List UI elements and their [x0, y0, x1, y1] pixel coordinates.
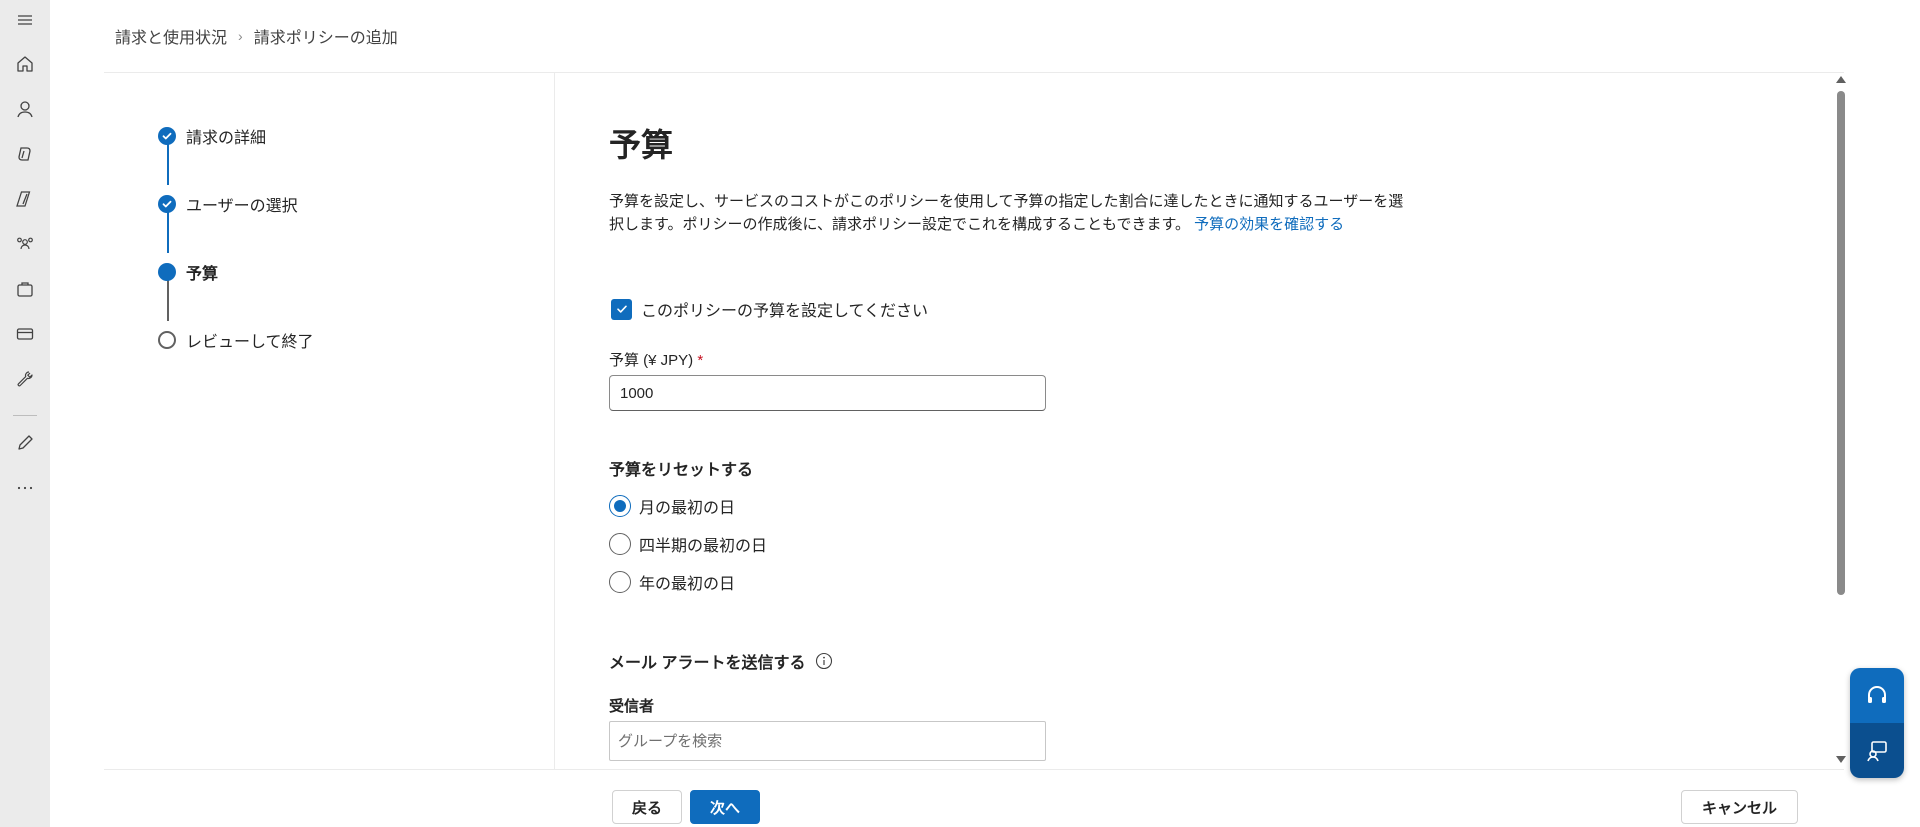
feedback-chat-icon[interactable] — [1850, 723, 1904, 778]
budget-field-label: 予算 (¥ JPY) * — [609, 349, 703, 370]
required-mark: * — [697, 352, 704, 369]
cancel-button[interactable]: キャンセル — [1681, 790, 1798, 824]
set-budget-checkbox[interactable]: このポリシーの予算を設定してください — [611, 297, 928, 321]
back-button[interactable]: 戻る — [612, 790, 682, 824]
radio-selected-icon[interactable] — [609, 495, 631, 517]
radio-first-day-year[interactable]: 年の最初の日 — [609, 570, 735, 594]
step-label: レビューして終了 — [186, 334, 314, 351]
more-icon[interactable] — [11, 474, 39, 502]
info-icon[interactable] — [815, 652, 833, 670]
step-select-users[interactable]: ユーザーの選択 — [158, 192, 298, 216]
radio-unselected-icon[interactable] — [609, 571, 631, 593]
radio-unselected-icon[interactable] — [609, 533, 631, 555]
checkbox-label: このポリシーの予算を設定してください — [641, 303, 929, 320]
pencil-icon[interactable] — [11, 429, 39, 457]
step-connector — [167, 211, 169, 253]
floating-help-panel — [1850, 668, 1904, 778]
group-search-input[interactable] — [609, 721, 1046, 761]
header-divider — [104, 72, 1844, 73]
headset-support-icon[interactable] — [1850, 668, 1904, 723]
step-budget[interactable]: 予算 — [158, 260, 218, 284]
chevron-right-icon: › — [238, 28, 243, 44]
user-icon[interactable] — [11, 95, 39, 123]
menu-icon[interactable] — [11, 6, 39, 34]
email-alert-title-text: メール アラートを送信する — [609, 655, 806, 672]
billing-card-icon[interactable] — [11, 320, 39, 348]
radio-first-day-month[interactable]: 月の最初の日 — [609, 494, 735, 518]
step-billing-details[interactable]: 請求の詳細 — [158, 124, 266, 148]
current-step-dot-icon — [158, 263, 176, 281]
wrench-icon[interactable] — [11, 365, 39, 393]
step-label: 予算 — [186, 266, 219, 283]
home-icon[interactable] — [11, 50, 39, 78]
step-connector — [167, 279, 169, 321]
scroll-thumb[interactable] — [1837, 91, 1845, 595]
empty-circle-icon — [158, 331, 176, 349]
footer-divider — [104, 769, 1844, 770]
content-scrollbar[interactable] — [1834, 74, 1848, 770]
radio-label: 年の最初の日 — [639, 576, 736, 593]
step-review-finish[interactable]: レビューして終了 — [158, 328, 314, 352]
checkbox-checked-icon[interactable] — [611, 298, 632, 320]
left-nav-rail — [0, 0, 50, 827]
teams-icon[interactable] — [11, 230, 39, 258]
scroll-up-arrow-icon[interactable] — [1836, 76, 1846, 83]
copilot-icon[interactable] — [11, 140, 39, 168]
step-connector — [167, 143, 169, 185]
email-alert-title: メール アラートを送信する — [609, 649, 833, 673]
step-label: ユーザーの選択 — [186, 198, 298, 215]
reset-budget-title: 予算をリセットする — [609, 462, 754, 479]
rail-divider — [13, 415, 37, 416]
breadcrumb-current: 請求ポリシーの追加 — [253, 30, 398, 47]
step-label: 請求の詳細 — [186, 130, 267, 147]
radio-label: 四半期の最初の日 — [639, 538, 768, 555]
breadcrumb: 請求と使用状況 › 請求ポリシーの追加 — [115, 24, 398, 48]
checkmark-circle-icon — [158, 195, 176, 213]
stepper-divider — [554, 73, 555, 769]
admin-icon[interactable] — [11, 185, 39, 213]
budget-amount-input[interactable] — [609, 375, 1046, 411]
learn-more-link[interactable]: 予算の効果を確認する — [1194, 216, 1344, 233]
checkmark-circle-icon — [158, 127, 176, 145]
recipients-label: 受信者 — [609, 698, 655, 715]
page-title: 予算 — [609, 127, 674, 163]
scroll-down-arrow-icon[interactable] — [1836, 756, 1846, 763]
budget-label-text: 予算 (¥ JPY) — [609, 352, 694, 369]
briefcase-icon[interactable] — [11, 275, 39, 303]
next-button[interactable]: 次へ — [690, 790, 760, 824]
breadcrumb-parent-link[interactable]: 請求と使用状況 — [115, 24, 227, 48]
radio-first-day-quarter[interactable]: 四半期の最初の日 — [609, 532, 767, 556]
radio-label: 月の最初の日 — [639, 500, 736, 517]
description: 予算を設定し、サービスのコストがこのポリシーを使用して予算の指定した割合に達した… — [609, 190, 1414, 236]
